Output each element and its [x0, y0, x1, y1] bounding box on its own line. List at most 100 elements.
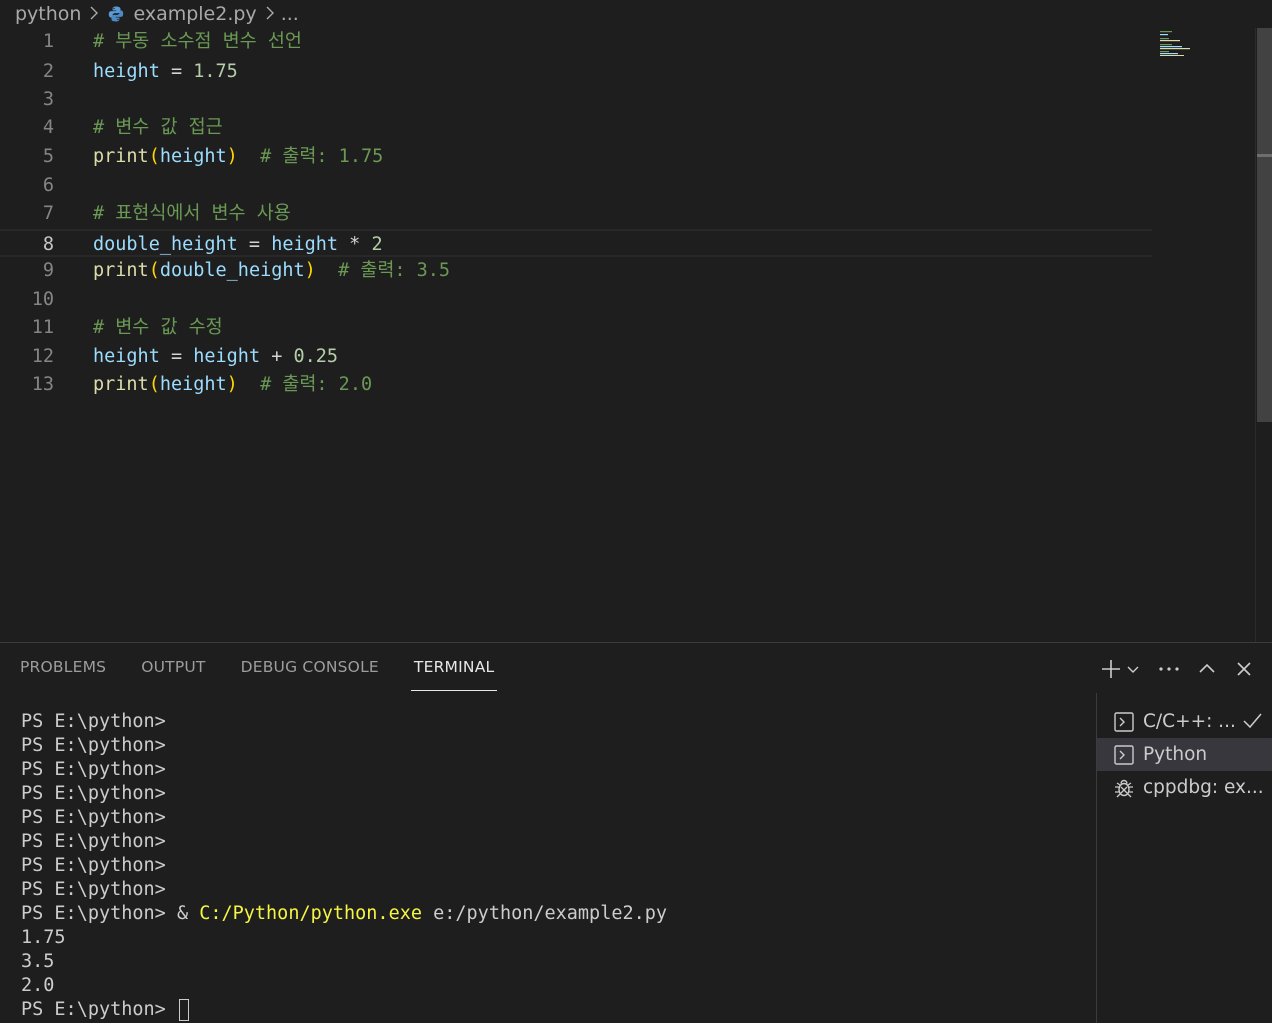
line-number[interactable]: 10 [0, 286, 54, 314]
chevron-right-icon [89, 5, 99, 24]
terminal-line: 1.75 [0, 926, 1096, 950]
tab-terminal[interactable]: TERMINAL [410, 643, 498, 691]
line-number[interactable]: 1 [0, 28, 54, 56]
terminal-prompt: PS E:\python> [21, 759, 166, 780]
line-number[interactable]: 5 [0, 143, 54, 171]
breadcrumb-folder[interactable]: python [15, 3, 81, 25]
terminal-line: 3.5 [0, 950, 1096, 974]
code-token: ( [148, 146, 160, 167]
tab-output[interactable]: OUTPUT [141, 643, 205, 691]
code-line: 1 # 부동 소수점 변수 선언 [0, 28, 1152, 56]
terminal-output-text: 2.0 [21, 975, 55, 996]
code-token: height [93, 346, 160, 367]
code-editor[interactable]: 1 # 부동 소수점 변수 선언 2 height = 1.75 3 4 # 변수 값 접근… [0, 28, 1255, 642]
code-token: = [237, 234, 272, 255]
code-line: 6 [0, 172, 1152, 200]
chevron-up-icon[interactable] [1198, 657, 1216, 681]
terminal-list-label: C/C++: ... [1143, 711, 1236, 732]
line-number[interactable]: 13 [0, 371, 54, 399]
terminal-list-item[interactable]: cppdbg: ex... [1097, 771, 1272, 804]
line-number[interactable]: 6 [0, 172, 54, 200]
editor-scroll-thumb[interactable] [1257, 28, 1272, 422]
chevron-down-icon[interactable] [1126, 657, 1140, 681]
line-number[interactable]: 9 [0, 257, 54, 285]
terminal-cursor [178, 999, 189, 1021]
terminal-amp: & [176, 903, 189, 924]
code-line: 7 # 표현식에서 변수 사용 [0, 200, 1152, 228]
code-token: 1.75 [193, 61, 238, 82]
code-token: 2 [371, 234, 383, 255]
code-token: # 변수 값 수정 [93, 317, 223, 338]
code-text[interactable]: # 변수 값 접근 [93, 114, 223, 142]
panel-tabs: PROBLEMS OUTPUT DEBUG CONSOLE TERMINAL [0, 643, 509, 693]
terminal-prompt: PS E:\python> [21, 831, 166, 852]
breadcrumb-file[interactable]: example2.py [133, 3, 256, 25]
ellipsis-icon[interactable] [1158, 657, 1180, 681]
code-token: ) [226, 146, 238, 167]
line-number[interactable]: 4 [0, 114, 54, 142]
terminal-list-item[interactable]: C/C++: ... [1097, 705, 1272, 738]
terminal-line: PS E:\python> [0, 734, 1096, 758]
check-icon [1241, 710, 1263, 737]
code-line: 5 print(height) # 출력: 1.75 [0, 143, 1152, 171]
code-token: * [338, 234, 372, 255]
breadcrumb-more[interactable]: ... [281, 3, 299, 25]
terminal-icon [1113, 744, 1135, 766]
terminal-line: PS E:\python> [0, 998, 1096, 1022]
terminal-icon [1113, 711, 1135, 733]
code-text[interactable]: print(double_height) # 출력: 3.5 [93, 257, 450, 285]
line-number[interactable]: 8 [0, 231, 54, 259]
terminal-prompt: PS E:\python> [21, 711, 166, 732]
terminal-prompt: PS E:\python> [21, 855, 166, 876]
code-text[interactable]: height = 1.75 [93, 58, 238, 86]
chevron-right-icon [265, 5, 275, 24]
line-number[interactable]: 7 [0, 200, 54, 228]
line-number[interactable]: 12 [0, 343, 54, 371]
line-number[interactable]: 2 [0, 58, 54, 86]
code-token: height [159, 374, 227, 395]
code-token: + [260, 346, 294, 367]
code-token: height [93, 61, 160, 82]
plus-icon[interactable] [1100, 657, 1122, 681]
terminal-line: PS E:\python> [0, 710, 1096, 734]
minimap[interactable] [1158, 30, 1198, 56]
terminal-list-label: cppdbg: ex... [1143, 777, 1264, 798]
code-token: # 변수 값 접근 [93, 117, 223, 138]
code-token: double_height [93, 234, 238, 255]
code-text[interactable]: print(height) # 출력: 1.75 [93, 143, 383, 171]
editor-scrollbar[interactable] [1255, 28, 1272, 642]
code-text[interactable]: print(height) # 출력: 2.0 [93, 371, 372, 399]
tab-debug-console[interactable]: DEBUG CONSOLE [241, 643, 379, 691]
code-line: 9 print(double_height) # 출력: 3.5 [0, 257, 1152, 285]
terminal-prompt: PS E:\python> [21, 999, 166, 1020]
code-text[interactable]: height = height + 0.25 [93, 343, 338, 371]
terminal-line: PS E:\python> & C:/Python/python.exe e:/… [0, 902, 1096, 926]
code-line: 3 [0, 86, 1152, 114]
code-token: ( [148, 260, 160, 281]
code-token: height [193, 346, 261, 367]
code-text[interactable]: # 부동 소수점 변수 선언 [93, 28, 302, 56]
code-token: print [93, 260, 149, 281]
code-token: ) [226, 374, 238, 395]
code-line: 2 height = 1.75 [0, 58, 1152, 86]
terminal-output[interactable]: PS E:\python> PS E:\python> PS E:\python> P… [0, 710, 1096, 1023]
code-token: = [159, 346, 194, 367]
tab-problems[interactable]: PROBLEMS [20, 643, 106, 691]
line-number[interactable]: 11 [0, 314, 54, 342]
code-token: ) [304, 260, 316, 281]
code-text[interactable]: double_height = height * 2 [93, 231, 383, 259]
terminal-line: PS E:\python> [0, 878, 1096, 902]
terminal-line: PS E:\python> [0, 854, 1096, 878]
terminal-list-item[interactable]: Python [1097, 738, 1272, 771]
python-file-icon [107, 5, 125, 23]
code-text[interactable]: # 변수 값 수정 [93, 314, 223, 342]
close-icon[interactable] [1236, 657, 1252, 681]
line-number[interactable]: 3 [0, 86, 54, 114]
terminal-line: 2.0 [0, 974, 1096, 998]
terminal-output-text: 1.75 [21, 927, 66, 948]
code-text[interactable]: # 표현식에서 변수 사용 [93, 200, 291, 228]
code-line: 8 double_height = height * 2 [0, 229, 1152, 257]
code-token: height [271, 234, 339, 255]
terminal-prompt: PS E:\python> [21, 903, 166, 924]
